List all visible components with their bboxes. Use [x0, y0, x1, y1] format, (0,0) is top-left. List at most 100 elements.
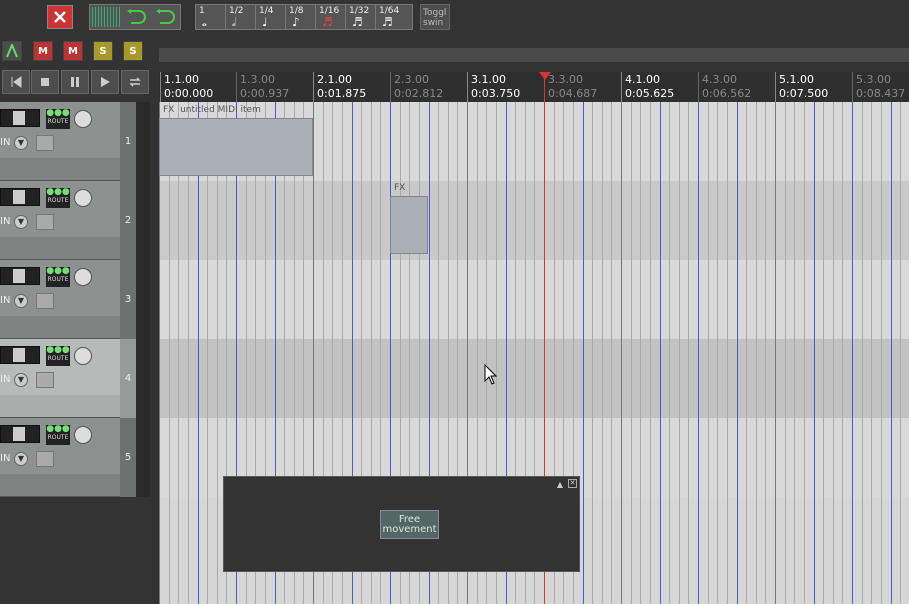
close-button[interactable] — [47, 5, 73, 29]
grid-line — [833, 102, 834, 604]
grid-line — [198, 102, 199, 604]
stop-button[interactable] — [31, 70, 59, 94]
ruler-mark: 5.3.00 0:08.437 — [852, 72, 905, 102]
grid-1-2-button[interactable]: 1/2 𝅗𝅥 — [226, 5, 256, 29]
track-panel-2[interactable]: ●●● ROUTE IN ▼ 2 — [0, 181, 150, 260]
grid-1-4-button[interactable]: 1/4 ♩ — [256, 5, 286, 29]
go-start-button[interactable] — [2, 70, 30, 94]
fx-label: FX — [394, 183, 406, 193]
pan-knob[interactable] — [74, 189, 92, 207]
input-label: IN — [0, 295, 11, 306]
timeline-ruler[interactable]: 1.1.00 0:00.000 1.3.00 0:00.937 2.1.00 0:01… — [159, 72, 909, 102]
free-movement-button[interactable]: Free movement — [380, 510, 439, 539]
volume-fader[interactable] — [0, 425, 40, 443]
grid-line — [679, 102, 680, 604]
route-button[interactable]: ●●● ROUTE — [46, 109, 70, 129]
fx-button[interactable] — [36, 135, 54, 151]
volume-fader[interactable] — [0, 267, 40, 285]
skip-back-icon — [11, 76, 22, 88]
grid-line — [169, 102, 170, 604]
grid-line — [823, 102, 824, 604]
stop-icon — [41, 78, 49, 86]
ruler-mark: 2.1.00 0:01.875 — [313, 72, 366, 102]
track-number: 1 — [120, 102, 136, 181]
grid-line — [794, 102, 795, 604]
route-button[interactable]: ●●● ROUTE — [46, 346, 70, 366]
toggle-swing-button[interactable]: Toggl swin — [420, 4, 450, 30]
grid-1-64-button[interactable]: 1/64 ♬ — [376, 5, 412, 29]
pin-icon[interactable]: ▲ — [557, 480, 563, 489]
track-envelope-bar — [0, 474, 120, 496]
fx-button[interactable] — [36, 451, 54, 467]
horizontal-scrollbar[interactable] — [159, 48, 909, 62]
grid-line — [717, 102, 718, 604]
fx-button[interactable] — [36, 293, 54, 309]
grid-line — [640, 102, 641, 604]
chevron-down-icon[interactable]: ▼ — [14, 136, 28, 150]
whole-note-icon: 𝅝 — [202, 15, 207, 29]
track-panel-5[interactable]: ●●● ROUTE IN ▼ 5 — [0, 418, 150, 497]
grid-line — [698, 102, 699, 604]
loop-snap-icon[interactable] — [123, 7, 149, 27]
grid-line — [842, 102, 843, 604]
grid-1-button[interactable]: 1 𝅝 — [196, 5, 226, 29]
grid-line — [583, 102, 584, 604]
track-panel-4[interactable]: ●●● ROUTE IN ▼ 4 — [0, 339, 150, 418]
grid-line — [746, 102, 747, 604]
route-button[interactable]: ●●● ROUTE — [46, 425, 70, 445]
grid-line — [765, 102, 766, 604]
solo-button[interactable]: S — [93, 41, 113, 61]
mute-button[interactable]: M — [33, 41, 53, 61]
track-meter — [136, 102, 150, 181]
unsolo-all-button[interactable]: S — [123, 41, 143, 61]
route-button[interactable]: ●●● ROUTE — [46, 188, 70, 208]
ruler-mark: 1.3.00 0:00.937 — [236, 72, 289, 102]
volume-fader[interactable] — [0, 109, 40, 127]
close-icon[interactable]: ✕ — [568, 479, 577, 488]
reaper-window: 1 𝅝 1/2 𝅗𝅥 1/4 ♩ 1/8 ♪ 1/16 ♬ 1/32 ♬ 1/64 ♬ Tog… — [0, 0, 909, 604]
grid-1-8-button[interactable]: 1/8 ♪ — [286, 5, 316, 29]
pause-button[interactable] — [61, 70, 89, 94]
repeat-button[interactable] — [121, 70, 149, 94]
volume-fader[interactable] — [0, 188, 40, 206]
input-label: IN — [0, 137, 11, 148]
pan-knob[interactable] — [74, 268, 92, 286]
midi-item-untitled[interactable]: FX untitled MIDI item — [159, 105, 313, 176]
chevron-down-icon[interactable]: ▼ — [14, 294, 28, 308]
volume-fader[interactable] — [0, 346, 40, 364]
grid-line — [785, 102, 786, 604]
grid-line — [602, 102, 603, 604]
fx-button[interactable] — [36, 214, 54, 230]
close-icon — [54, 11, 66, 23]
midi-item-2[interactable]: FX — [390, 183, 428, 254]
chevron-down-icon[interactable]: ▼ — [14, 373, 28, 387]
play-icon — [101, 77, 110, 87]
route-button[interactable]: ●●● ROUTE — [46, 267, 70, 287]
pan-knob[interactable] — [74, 347, 92, 365]
grid-line — [708, 102, 709, 604]
grid-line — [631, 102, 632, 604]
playhead-marker[interactable] — [539, 72, 551, 80]
auto-icon[interactable] — [2, 41, 22, 61]
chevron-down-icon[interactable]: ▼ — [14, 452, 28, 466]
grid-1-16-button[interactable]: 1/16 ♬ — [316, 5, 346, 29]
grid-line — [217, 102, 218, 604]
track-panel-1[interactable]: ●●● ROUTE IN ▼ 1 — [0, 102, 150, 181]
ruler-mark: 4.3.00 0:06.562 — [698, 72, 751, 102]
pan-knob[interactable] — [74, 110, 92, 128]
grid-snap-icon[interactable] — [92, 7, 122, 27]
track-panel-3[interactable]: ●●● ROUTE IN ▼ 3 — [0, 260, 150, 339]
grid-line — [669, 102, 670, 604]
fx-button[interactable] — [36, 372, 54, 388]
track-envelope-bar — [0, 316, 120, 338]
pan-knob[interactable] — [74, 426, 92, 444]
grid-line — [592, 102, 593, 604]
unmute-all-button[interactable]: M — [63, 41, 83, 61]
loop-icon[interactable] — [152, 7, 178, 27]
grid-1-32-button[interactable]: 1/32 ♬ — [346, 5, 376, 29]
floating-panel: ▲ ✕ Free movement — [223, 476, 580, 572]
chevron-down-icon[interactable]: ▼ — [14, 215, 28, 229]
track-number: 2 — [120, 181, 136, 260]
track-meter — [136, 418, 150, 497]
play-button[interactable] — [91, 70, 119, 94]
